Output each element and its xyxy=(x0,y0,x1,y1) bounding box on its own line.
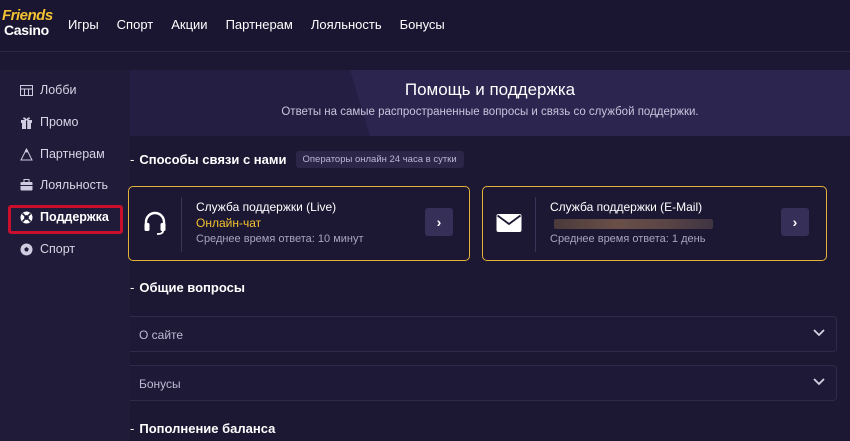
email-support-card[interactable]: Служба поддержки (E-Mail) Среднее время … xyxy=(482,186,827,261)
faq-item-label: Бонусы xyxy=(139,377,181,391)
chevron-down-icon xyxy=(812,325,826,339)
friends-casino-logo[interactable]: Friends Casino xyxy=(2,7,53,42)
section-dash: - xyxy=(130,280,135,295)
redacted-email-address xyxy=(554,219,713,229)
live-response-time: Среднее время ответа: 10 минут xyxy=(196,233,364,245)
contact-title-text: Способы связи с нами xyxy=(139,152,287,167)
sidebar-item-promo[interactable]: Промо xyxy=(20,111,78,133)
nav-games[interactable]: Игры xyxy=(68,17,99,32)
support-highlight-box xyxy=(8,205,123,234)
partners-icon xyxy=(20,147,33,161)
section-dash: - xyxy=(130,421,135,436)
operators-online-badge: Операторы онлайн 24 часа в сутки xyxy=(295,151,464,168)
gift-icon xyxy=(20,116,33,129)
sidebar-item-label: Партнерам xyxy=(40,147,105,161)
nav-partners[interactable]: Партнерам xyxy=(226,17,293,32)
main-nav: Игры Спорт Акции Партнерам Лояльность Бо… xyxy=(68,0,463,48)
chevron-right-icon: › xyxy=(436,214,442,230)
sidebar-item-label: Лояльность xyxy=(40,178,109,192)
briefcase-icon xyxy=(20,179,33,192)
faq-title-text: Общие вопросы xyxy=(139,280,245,295)
sidebar-item-lobby[interactable]: Лобби xyxy=(20,79,76,101)
sidebar-item-label: Спорт xyxy=(40,242,76,256)
chevron-down-icon xyxy=(812,374,826,388)
soccer-ball-icon xyxy=(20,243,33,256)
lobby-icon xyxy=(20,84,33,97)
deposit-section-title: - Пополнение баланса xyxy=(130,421,275,436)
logo-line-2: Casino xyxy=(4,22,49,38)
nav-loyalty[interactable]: Лояльность xyxy=(311,17,382,32)
live-support-title: Служба поддержки (Live) xyxy=(196,200,337,214)
page-title: Помощь и поддержка xyxy=(404,80,576,99)
faq-section-title: - Общие вопросы xyxy=(130,280,245,295)
faq-item-label: О сайте xyxy=(139,328,184,342)
nav-sport[interactable]: Спорт xyxy=(117,17,154,32)
card-divider xyxy=(535,197,536,252)
live-support-open-button[interactable]: › xyxy=(425,208,453,236)
page-header-banner: Помощь и поддержка Ответы на самые распр… xyxy=(130,70,850,136)
online-chat-link[interactable]: Онлайн-чат xyxy=(196,216,261,230)
email-support-title: Служба поддержки (E-Mail) xyxy=(550,200,703,214)
sidebar-item-label: Промо xyxy=(40,115,79,129)
nav-bonuses[interactable]: Бонусы xyxy=(400,17,445,32)
faq-item-bonuses[interactable]: Бонусы xyxy=(130,365,837,401)
sidebar-item-partners[interactable]: Партнерам xyxy=(20,143,105,165)
top-bar: Friends Casino Игры Спорт Акции Партнера… xyxy=(0,0,850,52)
live-support-card[interactable]: Служба поддержки (Live) Онлайн-чат Средн… xyxy=(128,186,470,261)
card-divider xyxy=(181,197,182,252)
sidebar: Лобби Промо Партнерам Лояльность Поддерж… xyxy=(0,70,130,441)
faq-item-about[interactable]: О сайте xyxy=(130,316,837,352)
page-subtitle: Ответы на самые распространенные вопросы… xyxy=(281,106,699,118)
sidebar-item-label: Лобби xyxy=(40,83,77,97)
email-support-open-button[interactable]: › xyxy=(781,208,809,236)
headset-icon xyxy=(139,207,171,239)
envelope-icon xyxy=(493,207,525,239)
main-content: Помощь и поддержка Ответы на самые распр… xyxy=(128,70,850,441)
deposit-title-text: Пополнение баланса xyxy=(139,421,276,436)
nav-promotions[interactable]: Акции xyxy=(171,17,207,32)
logo-line-1: Friends xyxy=(2,7,53,24)
section-dash: - xyxy=(130,152,135,167)
email-response-time: Среднее время ответа: 1 день xyxy=(550,233,706,245)
contact-section-title: - Способы связи с нами Операторы онлайн … xyxy=(130,151,464,168)
chevron-right-icon: › xyxy=(792,214,798,230)
sidebar-item-sport[interactable]: Спорт xyxy=(20,238,75,260)
sidebar-item-loyalty[interactable]: Лояльность xyxy=(20,174,108,196)
